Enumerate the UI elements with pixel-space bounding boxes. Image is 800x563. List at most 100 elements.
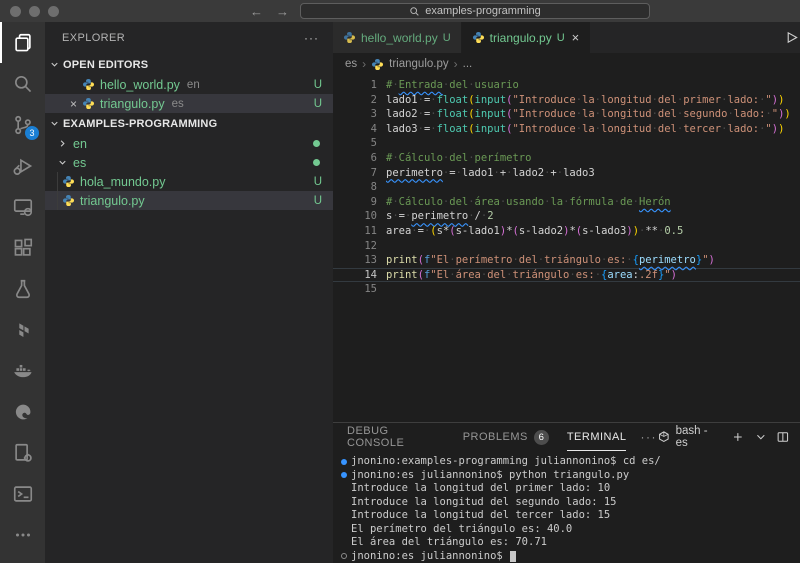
- line-number: 1: [370, 79, 377, 91]
- tabs: hello_world.py Utriangulo.py U ×: [333, 22, 591, 53]
- open-editor-row[interactable]: × triangulo.py es U: [45, 94, 333, 113]
- code-line[interactable]: 4 lado3·=·float(input("Introduce·la·longi…: [333, 122, 800, 137]
- terminal-text: jnonino:es juliannonino$ python triangul…: [351, 468, 630, 481]
- search-text: examples-programming: [425, 5, 541, 17]
- chevron-right-icon: ›: [362, 57, 367, 71]
- activity-remote-explorer[interactable]: [0, 186, 45, 227]
- run-button[interactable]: [784, 22, 799, 53]
- section-open-editors[interactable]: OPEN EDITORS: [45, 54, 333, 75]
- chevron-right-icon: [57, 138, 68, 149]
- terminal-text: El perímetro del triángulo es: 40.0: [351, 522, 573, 535]
- python-icon: [472, 31, 485, 44]
- tab-hello_world.py[interactable]: hello_world.py U: [333, 22, 462, 53]
- code-line[interactable]: 14 print(f"El·área·del·triángulo·es:·{are…: [333, 268, 800, 283]
- testing-icon: [15, 279, 30, 298]
- code-line[interactable]: 8: [333, 180, 800, 195]
- section-workspace-root[interactable]: EXAMPLES-PROGRAMMING: [45, 113, 333, 134]
- line-number: 13: [364, 254, 377, 267]
- panel-tab-terminal[interactable]: TERMINAL: [567, 423, 627, 451]
- line-number: 14: [364, 268, 377, 281]
- docker-icon: [13, 364, 32, 377]
- folder-label: en: [73, 136, 87, 151]
- open-editor-row[interactable]: hello_world.py en U: [45, 75, 333, 94]
- history-forward-button[interactable]: →: [276, 0, 289, 22]
- code-editor[interactable]: 1 #·Entrada·del·usuario 2 lado1·=·float(inp…: [333, 75, 800, 422]
- split-panel-icon[interactable]: [776, 430, 790, 444]
- line-number: 3: [370, 108, 377, 121]
- tree-file-row[interactable]: triangulo.py U: [45, 191, 333, 210]
- code-line[interactable]: 1 #·Entrada·del·usuario: [333, 78, 800, 93]
- python-icon: [343, 31, 356, 44]
- file-tree: en es hola_mundo.py Utriangulo.py U: [45, 134, 333, 210]
- chevron-down-icon[interactable]: [754, 430, 768, 444]
- activity-more-views[interactable]: [0, 514, 45, 555]
- run-and-debug-icon: [13, 158, 32, 175]
- close-icon[interactable]: ×: [572, 30, 580, 45]
- window-zoom-button[interactable]: [48, 5, 59, 17]
- modified-dot: [313, 140, 320, 147]
- file-detail: en: [186, 78, 200, 91]
- code-line[interactable]: 10 s·=·perimetro·/·2: [333, 209, 800, 224]
- activity-testing[interactable]: [0, 268, 45, 309]
- code-line[interactable]: 11 area·=·(s*(s-lado1)*(s-lado2)*(s-lado3…: [333, 224, 800, 239]
- code-line[interactable]: 13 print(f"El·perímetro·del·triángulo·es:…: [333, 253, 800, 268]
- code-line[interactable]: 7 perimetro·=·lado1·+·lado2·+·lado3: [333, 166, 800, 181]
- terminal[interactable]: jnonino:examples-programming juliannonin…: [333, 451, 800, 563]
- activity-extensions[interactable]: [0, 227, 45, 268]
- window-close-button[interactable]: [10, 5, 21, 17]
- breadcrumb: es › triangulo.py › ...: [333, 53, 800, 75]
- bottom-panel: DEBUG CONSOLE PROBLEMS 6 TERMINAL ··· bash …: [333, 422, 800, 563]
- code-line[interactable]: 5: [333, 136, 800, 151]
- activity-edge-browser[interactable]: [0, 391, 45, 432]
- activity-source-control[interactable]: 3: [0, 104, 45, 145]
- activity-docker[interactable]: [0, 350, 45, 391]
- command-decoration: [341, 553, 351, 560]
- terminal-line: Introduce la longitud del primer lado: 1…: [341, 482, 800, 496]
- breadcrumb-file[interactable]: triangulo.py: [389, 58, 448, 70]
- history-back-button[interactable]: ←: [250, 0, 263, 22]
- activity-code-runner[interactable]: [0, 432, 45, 473]
- code-line[interactable]: 6 #·Cálculo·del·perímetro: [333, 151, 800, 166]
- terminal-shell-selector[interactable]: bash - es: [657, 425, 722, 449]
- git-status-badge: U: [556, 31, 565, 44]
- problems-badge: 6: [533, 429, 549, 445]
- code-line[interactable]: 15: [333, 282, 800, 297]
- terminal-text: jnonino:examples-programming juliannonin…: [351, 455, 661, 467]
- more-views-icon: [15, 532, 30, 537]
- new-terminal-plus-icon[interactable]: [731, 430, 745, 444]
- folder-label: es: [73, 155, 87, 170]
- activity-terminal[interactable]: [0, 473, 45, 514]
- editor-group: hello_world.py U triangulo.py U × es › trian…: [333, 22, 800, 563]
- activity-run-and-debug[interactable]: [0, 145, 45, 186]
- tab-triangulo.py[interactable]: triangulo.py U ×: [461, 22, 591, 53]
- activity-search[interactable]: [0, 63, 45, 104]
- panel-more-button[interactable]: ···: [640, 430, 657, 444]
- explorer-sidebar: EXPLORER ··· OPEN EDITORS hello_world.py…: [45, 22, 333, 563]
- breadcrumb-folder[interactable]: es: [345, 58, 357, 70]
- panel-tab-debug-console[interactable]: DEBUG CONSOLE: [347, 423, 445, 451]
- terminal-line: jnonino:examples-programming juliannonin…: [341, 455, 800, 469]
- close-icon[interactable]: ×: [65, 97, 82, 111]
- breadcrumb-symbol[interactable]: ...: [463, 58, 473, 70]
- python-icon: [62, 194, 75, 207]
- explorer-more-button[interactable]: ···: [304, 31, 319, 45]
- code-line[interactable]: 2 lado1·=·float(input("Introduce·la·longi…: [333, 93, 800, 108]
- panel-tabs: DEBUG CONSOLE PROBLEMS 6 TERMINAL: [347, 423, 626, 451]
- code-line[interactable]: 3 lado2·=·float(input("Introduce·la·longi…: [333, 107, 800, 122]
- terminal-text: El área del triángulo es: 70.71: [351, 536, 547, 548]
- command-decoration: [341, 458, 351, 465]
- window-minimize-button[interactable]: [29, 5, 40, 17]
- titlebar: ← → examples-programming: [0, 0, 800, 22]
- chevron-down-icon: [57, 157, 68, 168]
- scm-badge: 3: [25, 126, 39, 140]
- tree-folder-row[interactable]: en: [45, 134, 333, 153]
- explorer-header: EXPLORER ···: [45, 22, 333, 54]
- activity-terraform[interactable]: [0, 309, 45, 350]
- code-line[interactable]: 9 #·Cálculo·del·área·usando·la·fórmula·de…: [333, 195, 800, 210]
- code-line[interactable]: 12: [333, 239, 800, 254]
- panel-tab-problems[interactable]: PROBLEMS 6: [463, 423, 549, 451]
- tree-file-row[interactable]: hola_mundo.py U: [45, 172, 333, 191]
- activity-explorer[interactable]: [0, 22, 45, 63]
- tree-folder-row[interactable]: es: [45, 153, 333, 172]
- command-center-search[interactable]: examples-programming: [300, 3, 650, 19]
